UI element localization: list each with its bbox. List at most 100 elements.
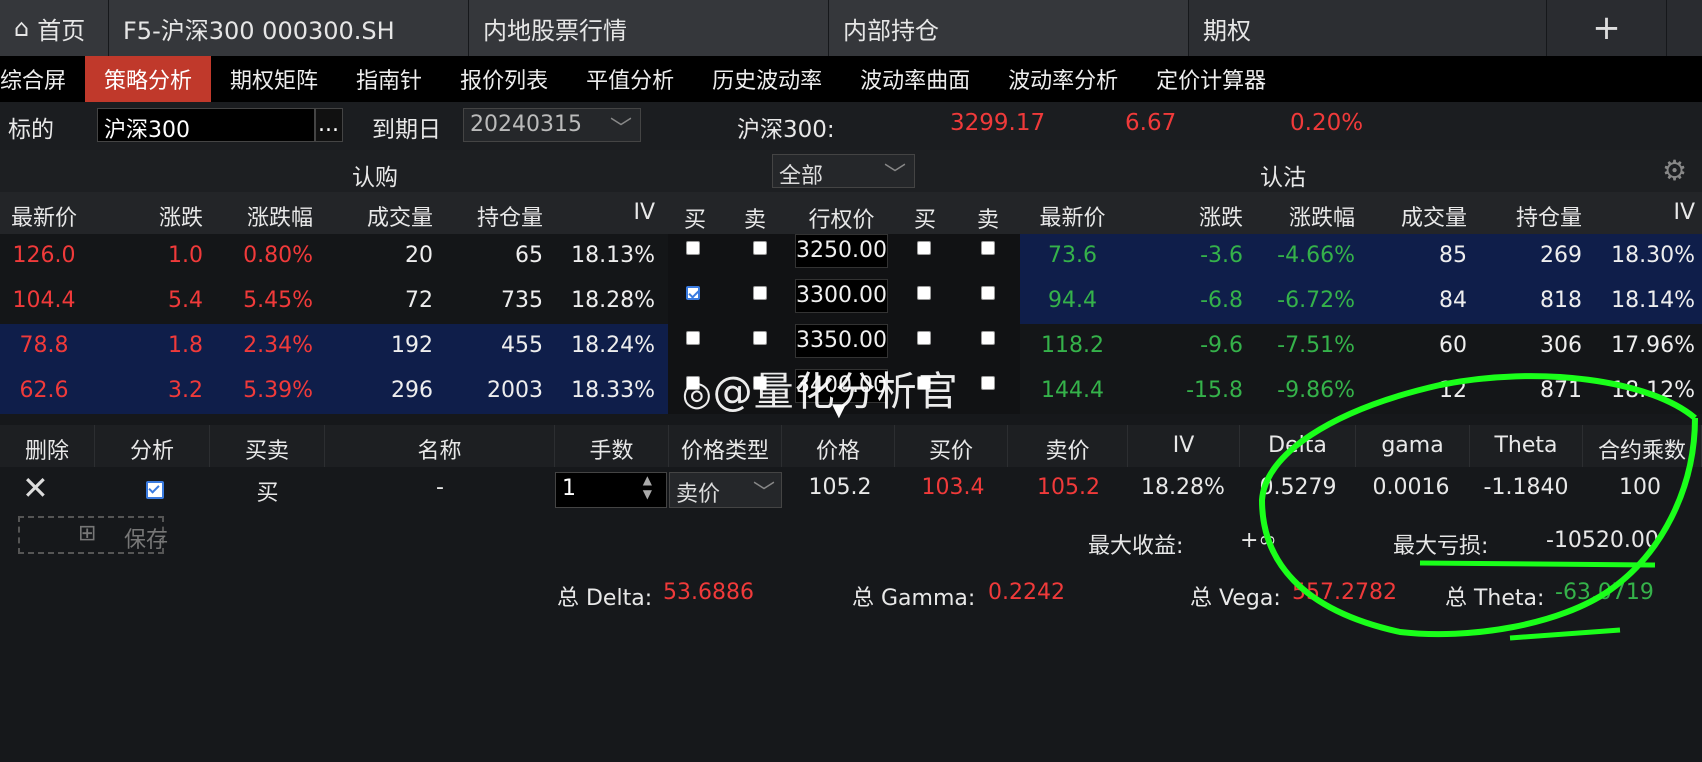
call-cell: 296 [391, 378, 433, 403]
put-col-header[interactable]: 持仓量 [1467, 200, 1582, 232]
subnav-atm-analysis[interactable]: 平值分析 [567, 56, 693, 102]
call-cell: 2.34% [243, 333, 313, 358]
put-col-header[interactable]: 涨跌 [1125, 200, 1243, 232]
put-buy-checkbox[interactable] [917, 241, 931, 255]
put-cell: 94.4 [1048, 288, 1097, 313]
option-filter-select[interactable]: 全部 ﹀ [772, 154, 915, 189]
put-col-header[interactable]: 成交量 [1355, 200, 1467, 232]
underlying-input[interactable]: 沪深300 [97, 108, 315, 143]
call-buy-checkbox[interactable] [686, 286, 700, 300]
put-sell-checkbox[interactable] [981, 286, 995, 300]
put-cell: 85 [1439, 243, 1467, 268]
home-icon: ⌂ [14, 14, 30, 42]
gear-icon[interactable]: ⚙ [1662, 154, 1687, 187]
put-cell: -6.72% [1277, 288, 1355, 313]
strike-cell[interactable]: 3250.00 [795, 234, 888, 268]
strike-cell[interactable]: 3350.00 [795, 324, 888, 358]
save-button[interactable]: ⊞ 保存 [18, 516, 168, 554]
call-sell-checkbox[interactable] [753, 241, 767, 255]
leg-gamma: 0.0016 [1372, 475, 1450, 500]
put-col-header[interactable]: IV [1582, 200, 1695, 225]
expiry-label: 到期日 [372, 117, 441, 143]
legs-col-header: 删除 [0, 425, 95, 467]
subnav-option-matrix[interactable]: 期权矩阵 [211, 56, 337, 102]
put-cell: 269 [1540, 243, 1582, 268]
strike-header[interactable]: 行权价 [795, 202, 888, 234]
call-col-header[interactable]: 最新价 [0, 200, 88, 232]
leg-iv: 18.28% [1141, 475, 1225, 500]
put-cell: -9.6 [1200, 333, 1243, 358]
tab-internal-positions[interactable]: 内部持仓 [829, 0, 1189, 56]
expiry-select[interactable]: 20240315 ﹀ [463, 108, 641, 142]
total-delta-label: 总 Delta: [557, 586, 653, 611]
tab-home[interactable]: ⌂ 首页 [0, 0, 109, 56]
put-cell: 306 [1540, 333, 1582, 358]
add-tab-button[interactable]: + [1547, 0, 1667, 56]
total-vega-value: 557.2782 [1292, 580, 1397, 605]
subnav-overview[interactable]: 综合屏 [0, 56, 85, 102]
put-sell-checkbox[interactable] [981, 331, 995, 345]
call-col-header[interactable]: 持仓量 [433, 200, 543, 232]
call-sell-checkbox[interactable] [753, 331, 767, 345]
tab-label: 首页 [37, 16, 86, 45]
tab-bar: ⌂ 首页 F5-沪深300 000300.SH 内地股票行情 内部持仓 期权 + [0, 0, 1702, 56]
call-col-header[interactable]: IV [543, 200, 655, 225]
put-sell-checkbox[interactable] [981, 376, 995, 390]
close-icon[interactable]: ✕ [22, 469, 49, 507]
call-col-header[interactable]: 成交量 [313, 200, 433, 232]
subnav-strategy-analysis[interactable]: 策略分析 [85, 56, 212, 102]
put-cell: 84 [1439, 288, 1467, 313]
strategy-leg-row: ✕ 买 - 1 ▲ ▼ 卖价 ﹀ 105.2 103.4 105.2 18.28%… [0, 467, 1702, 511]
put-cell: 12 [1439, 378, 1467, 403]
put-buy-checkbox[interactable] [917, 331, 931, 345]
subnav-volatility-analysis[interactable]: 波动率分析 [989, 56, 1137, 102]
subnav-volatility-surface[interactable]: 波动率曲面 [841, 56, 989, 102]
tab-hs300[interactable]: F5-沪深300 000300.SH [109, 0, 469, 56]
price-type-select[interactable]: 卖价 ﹀ [669, 472, 782, 508]
subnav-compass[interactable]: 指南针 [337, 56, 441, 102]
call-cell: 5.39% [243, 378, 313, 403]
call-cell: 18.28% [571, 288, 655, 313]
leg-side: 买 [256, 481, 279, 506]
underlying-picker-button[interactable]: ... [315, 108, 343, 142]
call-buy-checkbox[interactable] [686, 241, 700, 255]
index-price: 3299.17 [950, 110, 1046, 136]
quote-row: 104.4 5.4 5.45% 72 735 18.28% 3300.00 94.4 -6.8 -… [0, 279, 1702, 324]
legs-col-header: Delta [1240, 425, 1356, 467]
analyze-checkbox[interactable] [146, 481, 164, 499]
add-square-icon: ⊞ [78, 521, 97, 546]
max-profit-label: 最大收益: [1088, 534, 1184, 559]
stepper-arrows-icon[interactable]: ▲ ▼ [643, 473, 652, 501]
put-col-header[interactable]: 涨跌幅 [1243, 200, 1355, 232]
legs-col-header: gama [1356, 425, 1470, 467]
strike-cell[interactable]: 3300.00 [795, 279, 888, 313]
total-gamma-value: 0.2242 [988, 580, 1065, 605]
app-window: ⌂ 首页 F5-沪深300 000300.SH 内地股票行情 内部持仓 期权 +… [0, 0, 1702, 762]
quote-column-header: 最新价 涨跌 涨跌幅 成交量 持仓量 IV 买卖行权价买卖最新价 涨跌 涨跌幅 成交量 持仓量 IV [0, 192, 1702, 234]
call-col-header[interactable]: 涨跌 [88, 200, 203, 232]
put-cell: -9.86% [1277, 378, 1355, 403]
caret-down-icon[interactable]: ▼ [832, 400, 846, 421]
legs-col-header: 买价 [895, 425, 1008, 467]
call-cell: 1.8 [168, 333, 203, 358]
call-col-header[interactable]: 涨跌幅 [203, 200, 313, 232]
tab-stock-quotes[interactable]: 内地股票行情 [469, 0, 829, 56]
call-cell: 5.4 [168, 288, 203, 313]
put-buy-checkbox[interactable] [917, 286, 931, 300]
subnav-quote-list[interactable]: 报价列表 [441, 56, 567, 102]
call-sell-checkbox[interactable] [753, 286, 767, 300]
chevron-down-icon: ﹀ [883, 163, 906, 188]
quantity-stepper[interactable]: 1 ▲ ▼ [555, 472, 667, 508]
index-label: 沪深300: [737, 117, 835, 143]
index-change: 6.67 [1125, 110, 1177, 136]
subnav-pricing-calculator[interactable]: 定价计算器 [1137, 56, 1285, 102]
put-cell: 18.14% [1611, 288, 1695, 313]
call-buy-checkbox[interactable] [686, 331, 700, 345]
leg-price: 105.2 [808, 475, 872, 500]
put-col-header[interactable]: 最新价 [1020, 200, 1125, 232]
call-cell: 78.8 [19, 333, 69, 358]
legs-col-header: 名称 [325, 425, 555, 467]
tab-options[interactable]: 期权 [1189, 0, 1547, 56]
put-sell-checkbox[interactable] [981, 241, 995, 255]
subnav-historical-volatility[interactable]: 历史波动率 [693, 56, 841, 102]
